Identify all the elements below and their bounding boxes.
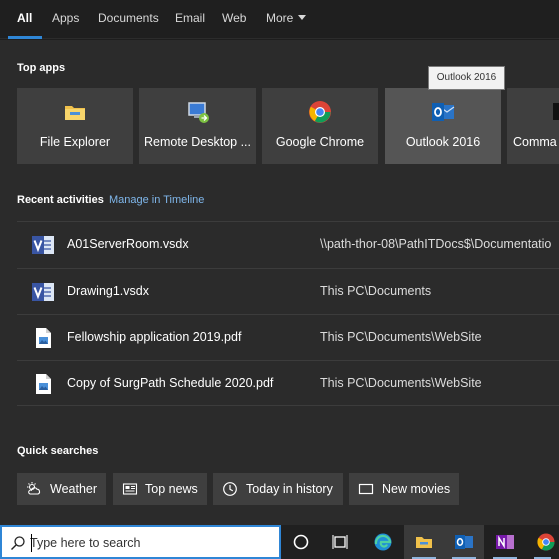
- quick-search-label: Top news: [145, 482, 198, 496]
- quick-search-label: Weather: [50, 482, 98, 496]
- taskbar-chrome[interactable]: [526, 525, 559, 559]
- search-icon: [11, 536, 25, 550]
- task-view-icon: [332, 535, 348, 549]
- cortana-icon: [293, 534, 309, 550]
- quick-search-label: New movies: [382, 482, 451, 496]
- remote-desktop-icon: [187, 102, 209, 123]
- taskbar-onenote[interactable]: [485, 525, 525, 559]
- active-tab-indicator: [8, 36, 42, 39]
- taskbar-outlook[interactable]: [444, 525, 484, 559]
- recent-item-name: A01ServerRoom.vsdx: [67, 237, 189, 251]
- tab-documents[interactable]: Documents: [98, 11, 159, 25]
- command-prompt-icon: [553, 103, 559, 120]
- quick-searches-heading: Quick searches: [17, 445, 99, 457]
- taskbar: [0, 525, 559, 559]
- pdf-file-icon: [36, 328, 51, 348]
- app-tile-remote-desktop[interactable]: Remote Desktop ...: [139, 88, 256, 164]
- manage-in-timeline-link[interactable]: Manage in Timeline: [109, 194, 204, 206]
- search-input[interactable]: [30, 533, 270, 553]
- chrome-icon: [537, 533, 555, 551]
- tooltip: Outlook 2016: [428, 66, 505, 90]
- visio-icon: [32, 236, 54, 254]
- tab-more[interactable]: More: [266, 11, 307, 25]
- quick-search-new-movies[interactable]: New movies: [349, 473, 459, 505]
- app-tile-outlook-2016[interactable]: Outlook 2016: [385, 88, 501, 164]
- quick-search-today-in-history[interactable]: Today in history: [213, 473, 343, 505]
- app-tile-label: Remote Desktop ...: [144, 135, 251, 149]
- edge-icon: [374, 533, 392, 551]
- quick-search-weather[interactable]: Weather: [17, 473, 106, 505]
- recent-item[interactable]: Copy of SurgPath Schedule 2020.pdf This …: [17, 360, 559, 406]
- outlook-icon: [432, 103, 455, 121]
- file-explorer-icon: [416, 537, 432, 548]
- folder-icon: [65, 106, 85, 120]
- tab-email[interactable]: Email: [175, 11, 205, 25]
- recent-item-path: This PC\Documents\WebSite: [320, 376, 482, 390]
- text-cursor: [31, 534, 32, 552]
- app-tile-label: Comma: [513, 135, 557, 149]
- clock-icon: [223, 482, 237, 496]
- weather-icon: [27, 482, 41, 495]
- recent-item[interactable]: Drawing1.vsdx This PC\Documents: [17, 268, 559, 314]
- outlook-icon: [455, 535, 473, 549]
- task-view-button[interactable]: [321, 525, 361, 559]
- recent-item-path: \\path-thor-08\PathITDocs$\Documentatio: [320, 237, 552, 251]
- news-icon: [122, 483, 138, 495]
- tab-all[interactable]: All: [17, 11, 32, 25]
- app-tile-file-explorer[interactable]: File Explorer: [17, 88, 133, 164]
- pdf-file-icon: [36, 374, 51, 394]
- app-tile-label: File Explorer: [39, 135, 111, 149]
- top-apps-heading: Top apps: [17, 62, 66, 74]
- taskbar-search-box[interactable]: [0, 525, 281, 559]
- recent-item-path: This PC\Documents: [320, 284, 432, 298]
- tab-apps[interactable]: Apps: [52, 11, 79, 25]
- quick-search-top-news[interactable]: Top news: [113, 473, 207, 505]
- recent-item-name: Copy of SurgPath Schedule 2020.pdf: [67, 376, 274, 390]
- tab-web[interactable]: Web: [222, 11, 246, 25]
- cortana-button[interactable]: [281, 525, 321, 559]
- recent-item[interactable]: A01ServerRoom.vsdx \\path-thor-08\PathIT…: [17, 221, 559, 267]
- chrome-icon: [309, 101, 331, 123]
- recent-activities-heading: Recent activities: [17, 194, 104, 206]
- taskbar-edge[interactable]: [363, 525, 403, 559]
- chevron-down-icon: [298, 15, 307, 21]
- tab-more-label: More: [266, 11, 294, 25]
- app-tile-label: Outlook 2016: [405, 135, 481, 149]
- recent-item[interactable]: Fellowship application 2019.pdf This PC\…: [17, 314, 559, 360]
- movie-icon: [358, 483, 374, 495]
- search-scope-tabs: All Apps Documents Email Web More: [0, 0, 559, 39]
- quick-search-label: Today in history: [246, 482, 333, 496]
- recent-item-name: Drawing1.vsdx: [67, 284, 149, 298]
- onenote-icon: [496, 535, 514, 549]
- app-tile-command-prompt[interactable]: Comma: [507, 88, 559, 164]
- visio-icon: [32, 283, 54, 301]
- taskbar-file-explorer[interactable]: [404, 525, 444, 559]
- recent-item-name: Fellowship application 2019.pdf: [67, 330, 242, 344]
- recent-item-path: This PC\Documents\WebSite: [320, 330, 482, 344]
- app-tile-google-chrome[interactable]: Google Chrome: [262, 88, 378, 164]
- app-tile-label: Google Chrome: [275, 135, 365, 149]
